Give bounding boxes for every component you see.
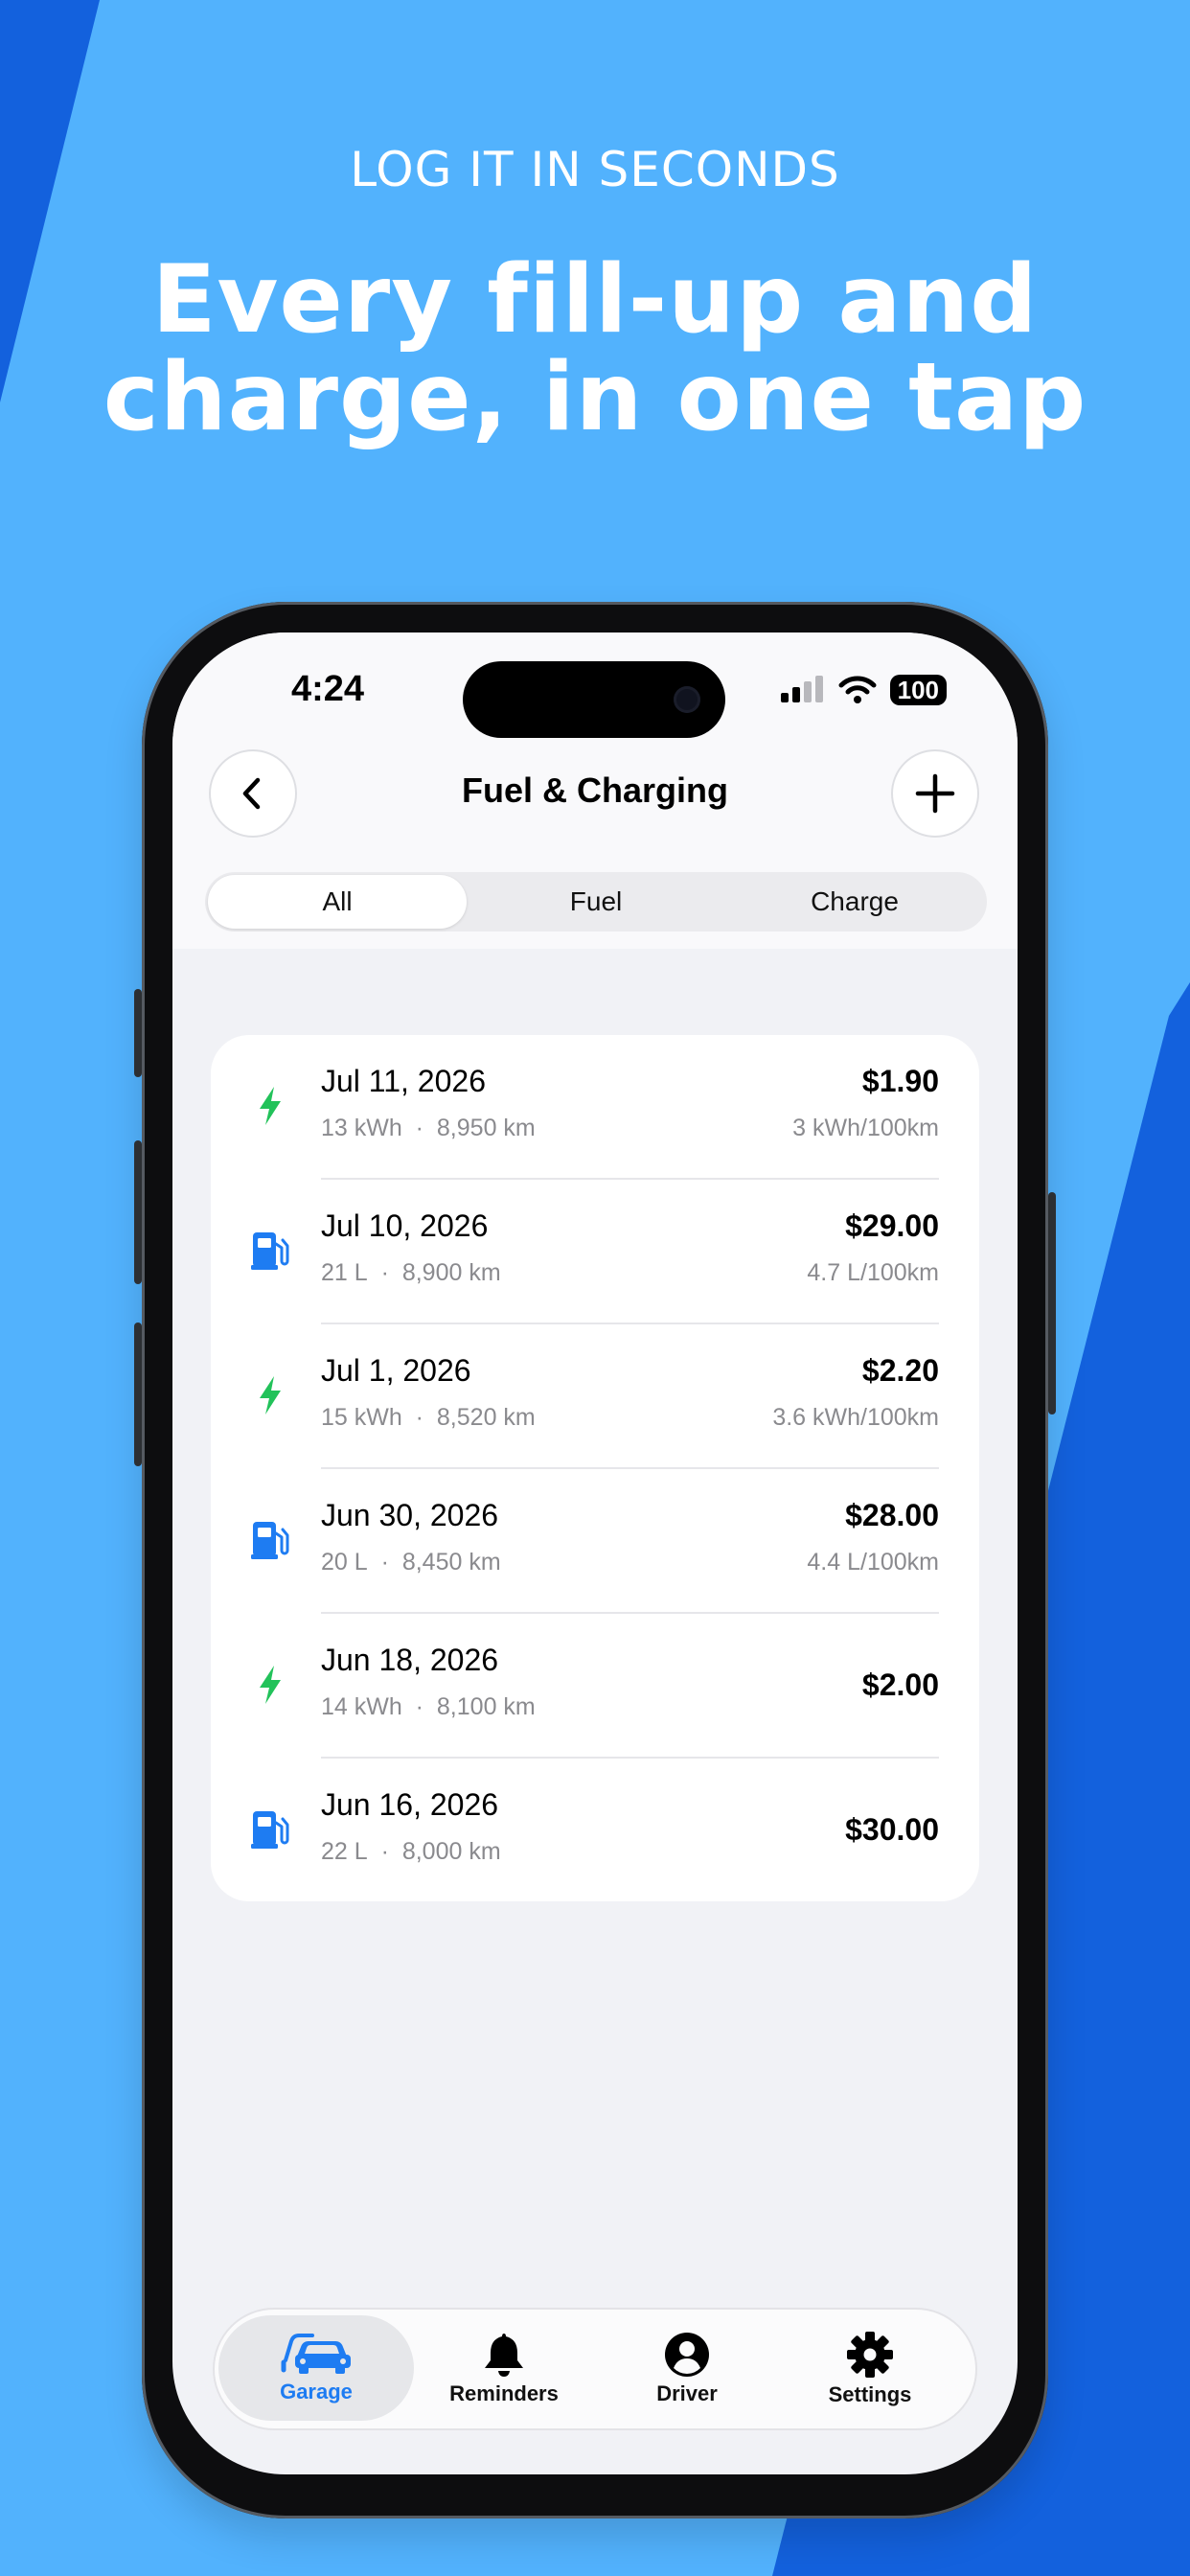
list-item[interactable]: Jul 11, 2026 13 kWh · 8,950 km $1.90 3 k… [211,1035,979,1180]
tab-garage-label: Garage [280,2380,353,2404]
tab-settings[interactable]: Settings [772,2310,968,2428]
fuel-pump-icon [249,1808,291,1851]
segment-charge[interactable]: Charge [725,875,984,929]
fuel-pump-icon [249,1230,291,1272]
entry-date: Jun 18, 2026 [321,1643,499,1677]
phone-volume-down-button [134,1322,142,1466]
entry-efficiency: 4.7 L/100km [807,1259,939,1286]
camera-icon [674,686,700,713]
entry-meta: 21 L · 8,900 km [321,1259,501,1286]
entry-meta: 22 L · 8,000 km [321,1838,501,1865]
phone-screen: 4:24 100 Fuel & Charging All Fuel Charge [172,632,1018,2474]
marketing-kicker: LOG IT IN SECONDS [350,142,840,197]
list-item[interactable]: Jun 16, 2026 22 L · 8,000 km $30.00 [211,1759,979,1903]
tab-settings-label: Settings [828,2382,912,2406]
entry-date: Jul 1, 2026 [321,1353,471,1388]
list-item[interactable]: Jul 1, 2026 15 kWh · 8,520 km $2.20 3.6 … [211,1324,979,1469]
headline-line-1: Every fill-up and [151,245,1039,355]
phone-power-button [1048,1192,1056,1414]
tab-garage[interactable]: Garage [218,2315,414,2421]
headline-line-2: charge, in one tap [103,343,1087,452]
bolt-icon [249,1374,291,1416]
segment-all[interactable]: All [208,875,467,929]
entry-price: $2.00 [861,1668,939,1702]
cars-icon [281,2334,351,2374]
list-item[interactable]: Jul 10, 2026 21 L · 8,900 km $29.00 4.7 … [211,1180,979,1324]
tab-bar: Garage Reminders Driver Settings [213,2308,977,2430]
entry-date: Jun 16, 2026 [321,1787,499,1822]
phone-action-button [134,989,142,1077]
battery-indicator: 100 [889,675,947,705]
tab-driver[interactable]: Driver [589,2310,785,2428]
person-icon [665,2333,709,2377]
entry-price: $1.90 [861,1064,939,1098]
list-item[interactable]: Jun 30, 2026 20 L · 8,450 km $28.00 4.4 … [211,1469,979,1614]
plus-icon [915,773,955,814]
tab-reminders[interactable]: Reminders [406,2310,602,2428]
tab-reminders-label: Reminders [449,2381,559,2405]
entry-meta: 15 kWh · 8,520 km [321,1404,536,1431]
entry-efficiency: 3 kWh/100km [792,1115,939,1141]
add-entry-button[interactable] [891,749,979,838]
entry-price: $30.00 [845,1812,939,1847]
entries-list: Jul 11, 2026 13 kWh · 8,950 km $1.90 3 k… [211,1035,979,1901]
fuel-pump-icon [249,1519,291,1561]
filter-segmented-control: All Fuel Charge [205,872,987,932]
entry-date: Jul 10, 2026 [321,1208,489,1243]
entry-efficiency: 4.4 L/100km [807,1549,939,1576]
tab-driver-label: Driver [656,2381,718,2405]
wifi-icon [838,676,877,703]
entry-meta: 13 kWh · 8,950 km [321,1115,536,1141]
entry-meta: 20 L · 8,450 km [321,1549,501,1576]
bolt-icon [249,1085,291,1127]
status-icons: 100 [780,675,947,705]
segment-fuel[interactable]: Fuel [467,875,725,929]
entry-date: Jun 30, 2026 [321,1498,499,1532]
entry-date: Jul 11, 2026 [321,1064,486,1098]
entry-price: $29.00 [845,1208,939,1243]
bell-icon [485,2334,523,2377]
marketing-headline: Every fill-up and charge, in one tap [0,251,1190,447]
entry-price: $28.00 [845,1498,939,1532]
phone-volume-up-button [134,1140,142,1284]
entry-price: $2.20 [861,1353,939,1388]
signal-icon [780,676,823,702]
list-item[interactable]: Jun 18, 2026 14 kWh · 8,100 km $2.00 [211,1614,979,1759]
dynamic-island [463,661,725,738]
gear-icon [847,2332,893,2378]
entry-meta: 14 kWh · 8,100 km [321,1693,536,1720]
bolt-icon [249,1664,291,1706]
entry-efficiency: 3.6 kWh/100km [772,1404,939,1431]
status-time: 4:24 [291,669,365,709]
